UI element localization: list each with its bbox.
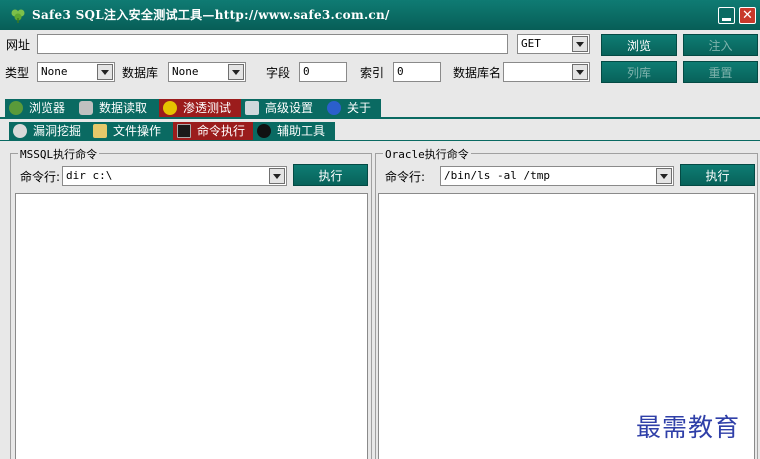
radiation-icon <box>163 101 177 115</box>
minimize-button[interactable] <box>718 7 735 24</box>
oracle-cmd-value: /bin/ls -al /tmp <box>444 169 550 182</box>
type-value: None <box>41 65 68 78</box>
field-input[interactable]: 0 <box>299 62 347 82</box>
tab-advanced[interactable]: 高级设置 <box>241 99 323 117</box>
tab-data-read[interactable]: 数据读取 <box>75 99 159 117</box>
method-select[interactable]: GET <box>517 34 590 54</box>
oracle-panel-title: Oracle执行命令 <box>383 146 471 162</box>
tab-about[interactable]: 关于 <box>323 99 381 117</box>
chevron-down-icon[interactable] <box>97 64 113 80</box>
db-label: 数据库 <box>122 66 159 80</box>
url-input[interactable] <box>37 34 508 54</box>
chevron-down-icon[interactable] <box>656 168 672 184</box>
tab-browser[interactable]: 浏览器 <box>5 99 75 117</box>
field-label: 字段 <box>266 66 291 80</box>
clover-logo-icon <box>11 9 25 23</box>
main-tabs-divider <box>0 117 760 119</box>
dbname-select[interactable] <box>503 62 590 82</box>
db-value: None <box>172 65 199 78</box>
index-label: 索引 <box>360 66 385 80</box>
mssql-cmd-select[interactable]: dir c:\ <box>62 166 287 186</box>
type-label: 类型 <box>5 66 30 80</box>
dbname-label: 数据库名 <box>453 66 502 80</box>
tab-file-ops[interactable]: 文件操作 <box>89 122 173 140</box>
oracle-cmd-label: 命令行: <box>385 170 426 184</box>
mssql-panel-title: MSSQL执行命令 <box>18 146 100 162</box>
mssql-exec-button[interactable]: 执行 <box>293 164 368 186</box>
watermark-text: 最需教育 <box>636 413 741 442</box>
sub-tabs-divider <box>0 140 760 141</box>
inject-button[interactable]: 注入 <box>683 34 758 56</box>
folder-icon <box>93 124 107 138</box>
list-db-button[interactable]: 列库 <box>601 61 677 83</box>
database-icon <box>79 101 93 115</box>
tools-icon <box>245 101 259 115</box>
oracle-exec-button[interactable]: 执行 <box>680 164 755 186</box>
chevron-down-icon[interactable] <box>269 168 285 184</box>
close-button[interactable]: ✕ <box>739 7 756 24</box>
globe-icon <box>9 101 23 115</box>
db-select[interactable]: None <box>168 62 246 82</box>
chevron-down-icon[interactable] <box>572 36 588 52</box>
mssql-output[interactable] <box>15 193 368 459</box>
browse-button[interactable]: 浏览 <box>601 34 677 56</box>
chevron-down-icon[interactable] <box>572 64 588 80</box>
oracle-cmd-select[interactable]: /bin/ls -al /tmp <box>440 166 674 186</box>
info-icon <box>327 101 341 115</box>
main-tabs: 浏览器 数据读取 渗透测试 高级设置 关于 <box>5 99 385 119</box>
reset-button[interactable]: 重置 <box>683 61 758 83</box>
title-bar: Safe3 SQL注入安全测试工具—http://www.safe3.com.c… <box>0 0 760 30</box>
mssql-cmd-label: 命令行: <box>20 170 61 184</box>
mssql-cmd-value: dir c:\ <box>66 169 113 182</box>
type-select[interactable]: None <box>37 62 115 82</box>
tab-cmd-exec[interactable]: 命令执行 <box>173 122 253 140</box>
window-title: Safe3 SQL注入安全测试工具—http://www.safe3.com.c… <box>32 8 390 22</box>
url-label: 网址 <box>6 38 31 52</box>
sub-tabs: 漏洞挖掘 文件操作 命令执行 辅助工具 <box>9 122 339 142</box>
magnifier-icon <box>13 124 27 138</box>
terminal-icon <box>177 124 191 138</box>
chevron-down-icon[interactable] <box>228 64 244 80</box>
method-value: GET <box>521 37 541 50</box>
index-input[interactable]: 0 <box>393 62 441 82</box>
black-ball-icon <box>257 124 271 138</box>
tab-aux-tools[interactable]: 辅助工具 <box>253 122 335 140</box>
tab-pentest[interactable]: 渗透测试 <box>159 99 241 117</box>
tab-vuln-mining[interactable]: 漏洞挖掘 <box>9 122 89 140</box>
